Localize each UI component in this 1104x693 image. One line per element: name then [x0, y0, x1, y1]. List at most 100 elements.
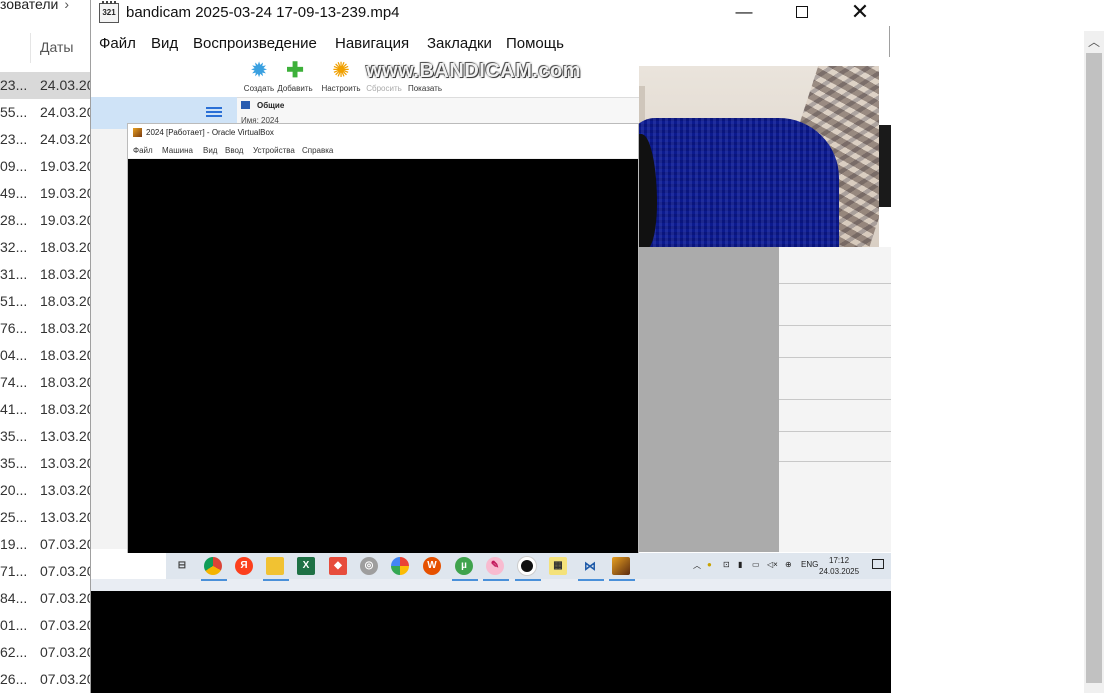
active-indicator	[578, 579, 604, 581]
file-row[interactable]: 23... 24.03.20	[0, 126, 95, 153]
clock-date: 24.03.2025	[819, 567, 860, 576]
menu-bookmarks[interactable]: Закладки	[427, 35, 492, 52]
breadcrumb-users[interactable]: зователи	[0, 0, 58, 12]
file-date-cell: 07.03.20	[40, 671, 95, 687]
file-row[interactable]: 71... 07.03.20	[0, 558, 95, 585]
app-gray-icon: ◎	[360, 557, 378, 575]
file-list: 23... 24.03.20 55... 24.03.20 23... 24.03.20 0…	[0, 72, 95, 693]
file-row[interactable]: 74... 18.03.20	[0, 369, 95, 396]
column-separator[interactable]	[30, 33, 31, 63]
vbox-title: 2024 [Работает] - Oracle VirtualBox	[146, 128, 274, 137]
blue-chair	[639, 118, 839, 247]
dark-edge	[878, 125, 891, 207]
file-row[interactable]: 84... 07.03.20	[0, 585, 95, 612]
file-row[interactable]: 04... 18.03.20	[0, 342, 95, 369]
file-date-cell: 19.03.20	[40, 185, 95, 201]
tray-network-icon: ▭	[752, 560, 760, 569]
file-row[interactable]: 49... 19.03.20	[0, 180, 95, 207]
file-row[interactable]: 25... 13.03.20	[0, 504, 95, 531]
divider	[779, 325, 891, 326]
file-date-cell: 18.03.20	[40, 401, 95, 417]
explorer-scrollbar[interactable]: ︿	[1084, 31, 1104, 693]
menu-view[interactable]: Вид	[151, 35, 178, 52]
file-date-cell: 18.03.20	[40, 266, 95, 282]
vbox-menu-input: Ввод	[225, 146, 244, 155]
file-date-cell: 19.03.20	[40, 158, 95, 174]
file-row[interactable]: 41... 18.03.20	[0, 396, 95, 423]
video-frame[interactable]: ✹ Создать ✚ Добавить ✺ Настроить Сбросит…	[91, 57, 891, 693]
title-bar[interactable]: 321 bandicam 2025-03-24 17-09-13-239.mp4…	[91, 0, 891, 26]
file-row[interactable]: 55... 24.03.20	[0, 99, 95, 126]
bandicam-icon: ▦	[549, 557, 567, 575]
clock-time: 17:12	[829, 556, 850, 565]
divider	[779, 431, 891, 432]
file-row[interactable]: 23... 24.03.20	[0, 72, 95, 99]
file-row[interactable]: 01... 07.03.20	[0, 612, 95, 639]
file-row[interactable]: 76... 18.03.20	[0, 315, 95, 342]
file-row[interactable]: 35... 13.03.20	[0, 450, 95, 477]
divider	[779, 357, 891, 358]
file-name-cell: 74...	[0, 374, 28, 390]
vbox-menu-view: Вид	[203, 146, 218, 155]
menu-help[interactable]: Помощь	[506, 35, 564, 52]
file-name-cell: 35...	[0, 428, 28, 444]
vbox-menu-bar: Файл Машина Вид Ввод Устройства Справка	[128, 142, 638, 158]
vbox-menu-file: Файл	[133, 146, 153, 155]
file-row[interactable]: 20... 13.03.20	[0, 477, 95, 504]
file-name-cell: 55...	[0, 104, 28, 120]
maximize-icon	[796, 6, 808, 18]
file-name-cell: 49...	[0, 185, 28, 201]
close-button[interactable]: ✕	[837, 0, 883, 26]
active-indicator	[483, 579, 509, 581]
tray-usb-icon: ⊡	[723, 560, 730, 569]
gear-icon: ✹	[250, 59, 268, 82]
video-letterbox	[91, 591, 891, 693]
scrollbar-thumb[interactable]	[1086, 53, 1102, 683]
file-name-cell: 09...	[0, 158, 28, 174]
toolbar-settings-label: Настроить	[321, 84, 361, 93]
file-row[interactable]: 31... 18.03.20	[0, 261, 95, 288]
chrome-icon	[204, 557, 222, 575]
file-name-cell: 31...	[0, 266, 28, 282]
file-name-cell: 41...	[0, 401, 28, 417]
file-row[interactable]: 26... 07.03.20	[0, 666, 95, 693]
toolbar-settings: ✺ Настроить	[319, 60, 363, 94]
file-name-cell: 62...	[0, 644, 28, 660]
tray-chevron-icon: ︿	[693, 561, 701, 570]
divider	[779, 399, 891, 400]
file-row[interactable]: 19... 07.03.20	[0, 531, 95, 558]
menu-playback[interactable]: Воспроизведение	[193, 35, 317, 52]
menu-navigation[interactable]: Навигация	[335, 35, 409, 52]
virtualbox-icon	[133, 128, 142, 137]
file-date-cell: 13.03.20	[40, 455, 95, 471]
active-indicator	[515, 579, 541, 581]
file-row[interactable]: 32... 18.03.20	[0, 234, 95, 261]
file-date-cell: 13.03.20	[40, 482, 95, 498]
details-header: Общие	[257, 101, 285, 110]
tray-app-icon: ●	[707, 560, 712, 569]
file-name-cell: 26...	[0, 671, 28, 687]
file-name-cell: 71...	[0, 563, 28, 579]
minimize-button[interactable]: —	[721, 0, 767, 26]
file-row[interactable]: 28... 19.03.20	[0, 207, 95, 234]
file-name-cell: 19...	[0, 536, 28, 552]
file-row[interactable]: 51... 18.03.20	[0, 288, 95, 315]
breadcrumb[interactable]: зователи ›	[0, 0, 69, 16]
toolbar-reset-label: Сбросить	[366, 84, 402, 93]
folder-icon	[266, 557, 284, 575]
column-header-dates[interactable]: Даты	[40, 39, 73, 55]
utorrent-icon: µ	[455, 557, 473, 575]
monitor-icon	[241, 101, 250, 109]
file-row[interactable]: 09... 19.03.20	[0, 153, 95, 180]
recorded-taskbar: ⊟ Я X ◆ ◎ W µ ✎ ▦ ⋈ ︿ ● ⊡ ▮ ▭ ◁× ⊕ ENG 1…	[91, 553, 891, 591]
paint-icon: ✎	[486, 557, 504, 575]
menu-file[interactable]: Файл	[99, 35, 136, 52]
scroll-up-icon[interactable]: ︿	[1088, 33, 1100, 50]
maximize-button[interactable]	[779, 0, 825, 26]
file-row[interactable]: 35... 13.03.20	[0, 423, 95, 450]
file-row[interactable]: 62... 07.03.20	[0, 639, 95, 666]
column-header-row: Даты	[0, 33, 90, 63]
chevron-right-icon: ›	[64, 0, 70, 12]
file-name-cell: 23...	[0, 77, 28, 93]
bandicam-watermark: www.BANDICAM.com	[366, 60, 582, 82]
